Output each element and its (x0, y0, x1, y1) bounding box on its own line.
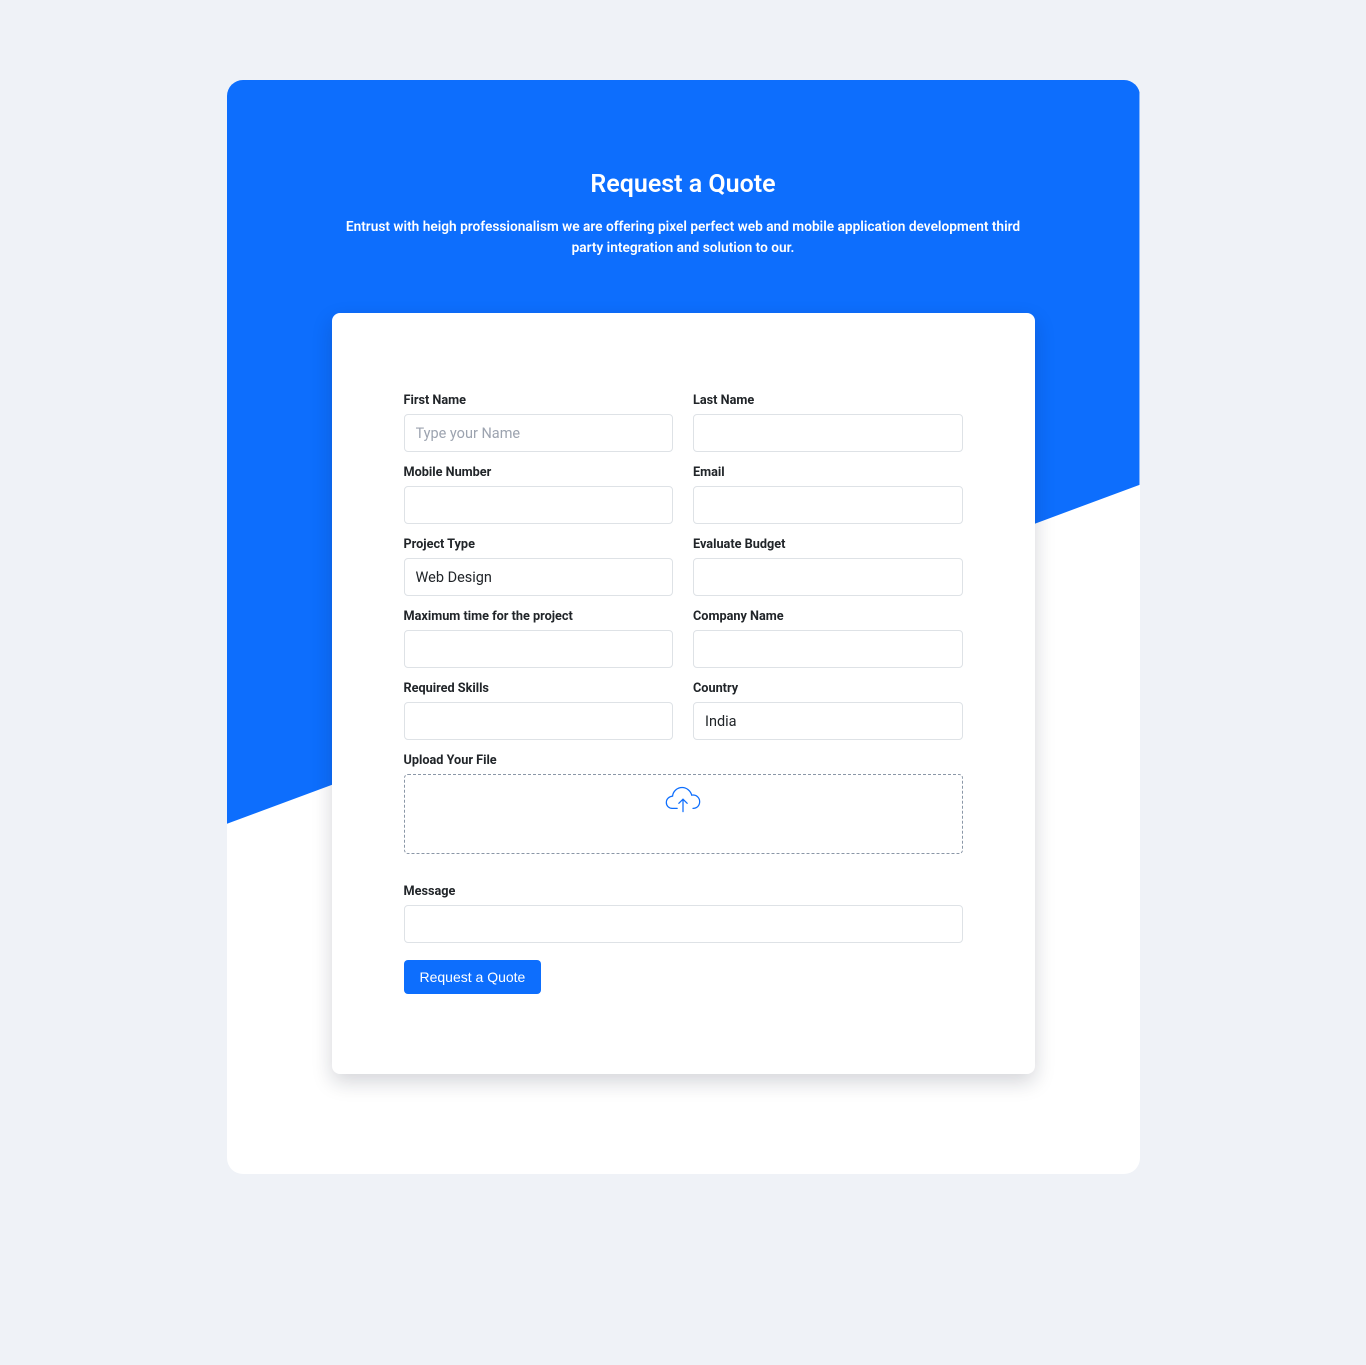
project-type-select[interactable]: Web Design (404, 558, 674, 596)
skills-label: Required Skills (404, 681, 674, 696)
company-label: Company Name (693, 609, 963, 624)
message-label: Message (404, 884, 963, 899)
page-subtitle: Entrust with heigh professionalism we ar… (332, 217, 1035, 258)
email-input[interactable] (693, 486, 963, 524)
upload-dropzone[interactable] (404, 774, 963, 854)
form-card: First Name Last Name Mobile Number Email (332, 313, 1035, 1074)
last-name-input[interactable] (693, 414, 963, 452)
skills-input[interactable] (404, 702, 674, 740)
last-name-label: Last Name (693, 393, 963, 408)
max-time-input[interactable] (404, 630, 674, 668)
first-name-label: First Name (404, 393, 674, 408)
country-select[interactable]: India (693, 702, 963, 740)
message-input[interactable] (404, 905, 963, 943)
max-time-label: Maximum time for the project (404, 609, 674, 624)
submit-button[interactable]: Request a Quote (404, 960, 542, 994)
company-input[interactable] (693, 630, 963, 668)
budget-label: Evaluate Budget (693, 537, 963, 552)
project-type-label: Project Type (404, 537, 674, 552)
mobile-label: Mobile Number (404, 465, 674, 480)
quote-card: Request a Quote Entrust with heigh profe… (227, 80, 1140, 1174)
cloud-upload-icon (663, 785, 703, 815)
first-name-input[interactable] (404, 414, 674, 452)
country-label: Country (693, 681, 963, 696)
content-wrapper: Request a Quote Entrust with heigh profe… (227, 80, 1140, 1174)
upload-label: Upload Your File (404, 753, 963, 768)
page-title: Request a Quote (332, 170, 1035, 199)
budget-input[interactable] (693, 558, 963, 596)
mobile-input[interactable] (404, 486, 674, 524)
email-label: Email (693, 465, 963, 480)
